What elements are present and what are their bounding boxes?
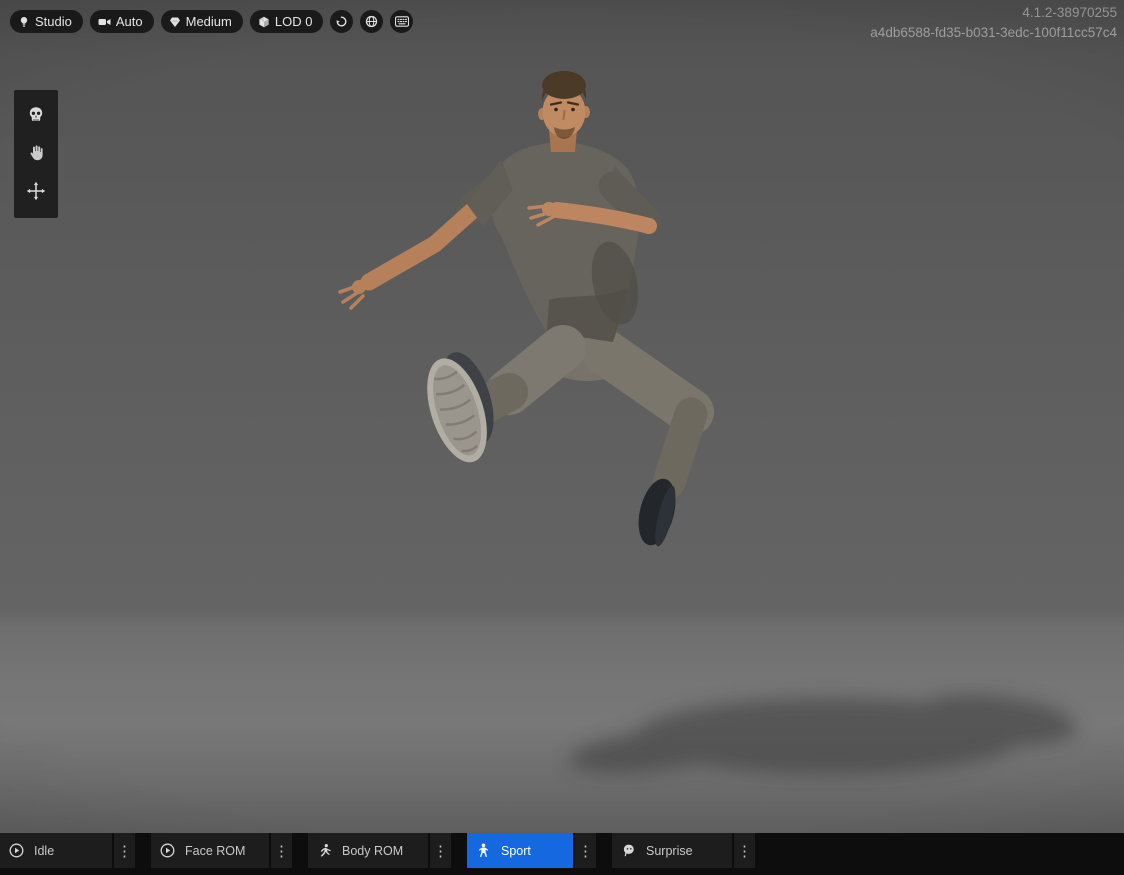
- standing-person-icon: [476, 843, 491, 858]
- environment-sphere-icon: [365, 15, 378, 28]
- clip-surprise-label: Surprise: [646, 844, 693, 858]
- clip-body-rom: Body ROM ⋮: [308, 833, 451, 868]
- lod-button[interactable]: LOD 0: [250, 10, 324, 33]
- app-window: Studio Auto Medium LOD 0: [0, 0, 1124, 875]
- quality-button[interactable]: Medium: [161, 10, 243, 33]
- build-metadata: 4.1.2-38970255 a4db6588-fd35-b031-3edc-1…: [870, 3, 1117, 44]
- environment-button[interactable]: Studio: [10, 10, 83, 33]
- lightbulb-icon: [18, 16, 30, 28]
- clip-sport-label: Sport: [501, 844, 531, 858]
- camera-mode-button[interactable]: Auto: [90, 10, 154, 33]
- clip-face-rom: Face ROM ⋮: [151, 833, 292, 868]
- skull-icon: [26, 105, 46, 128]
- clip-surprise-button[interactable]: Surprise: [612, 833, 732, 868]
- clip-body-rom-menu-button[interactable]: ⋮: [430, 833, 451, 868]
- animation-clip-bar: Idle ⋮ Face ROM ⋮ Body ROM ⋮: [0, 833, 1124, 875]
- clip-face-rom-menu-button[interactable]: ⋮: [271, 833, 292, 868]
- lod-cube-icon: [258, 16, 270, 28]
- play-circle-icon: [160, 843, 175, 858]
- keyboard-icon: [395, 16, 409, 27]
- hand-icon: [26, 143, 46, 166]
- gem-icon: [169, 16, 181, 28]
- play-circle-icon: [9, 843, 24, 858]
- clip-body-rom-button[interactable]: Body ROM: [308, 833, 428, 868]
- clip-sport: Sport ⋮: [467, 833, 596, 868]
- clip-face-rom-label: Face ROM: [185, 844, 245, 858]
- face-icon: [621, 843, 636, 858]
- character-shadow: [540, 668, 1100, 808]
- asset-id: a4db6588-fd35-b031-3edc-100f11cc57c4: [870, 23, 1117, 43]
- lod-label: LOD 0: [275, 14, 313, 29]
- clip-face-rom-button[interactable]: Face ROM: [151, 833, 269, 868]
- clip-sport-menu-button[interactable]: ⋮: [575, 833, 596, 868]
- clip-idle-button[interactable]: Idle: [0, 833, 112, 868]
- viewport-tool-panel: [14, 90, 58, 218]
- build-version: 4.1.2-38970255: [870, 3, 1117, 23]
- quality-label: Medium: [186, 14, 232, 29]
- character-model: [295, 58, 725, 558]
- turntable-button[interactable]: [330, 10, 353, 33]
- hand-tool-button[interactable]: [14, 136, 58, 172]
- clip-idle-label: Idle: [34, 844, 54, 858]
- environment-label: Studio: [35, 14, 72, 29]
- move-tool-button[interactable]: [14, 174, 58, 210]
- clip-idle-menu-button[interactable]: ⋮: [114, 833, 135, 868]
- turntable-icon: [335, 15, 348, 28]
- camera-icon: [98, 16, 111, 28]
- environment-sphere-button[interactable]: [360, 10, 383, 33]
- clip-surprise: Surprise ⋮: [612, 833, 755, 868]
- running-person-icon: [317, 843, 332, 858]
- keyboard-shortcuts-button[interactable]: [390, 10, 413, 33]
- viewport-3d[interactable]: [0, 0, 1124, 833]
- move-icon: [26, 181, 46, 204]
- clip-body-rom-label: Body ROM: [342, 844, 403, 858]
- top-toolbar: Studio Auto Medium LOD 0: [10, 10, 413, 33]
- clip-idle: Idle ⋮: [0, 833, 135, 868]
- clip-sport-button[interactable]: Sport: [467, 833, 573, 868]
- head-tool-button[interactable]: [14, 98, 58, 134]
- camera-mode-label: Auto: [116, 14, 143, 29]
- clip-surprise-menu-button[interactable]: ⋮: [734, 833, 755, 868]
